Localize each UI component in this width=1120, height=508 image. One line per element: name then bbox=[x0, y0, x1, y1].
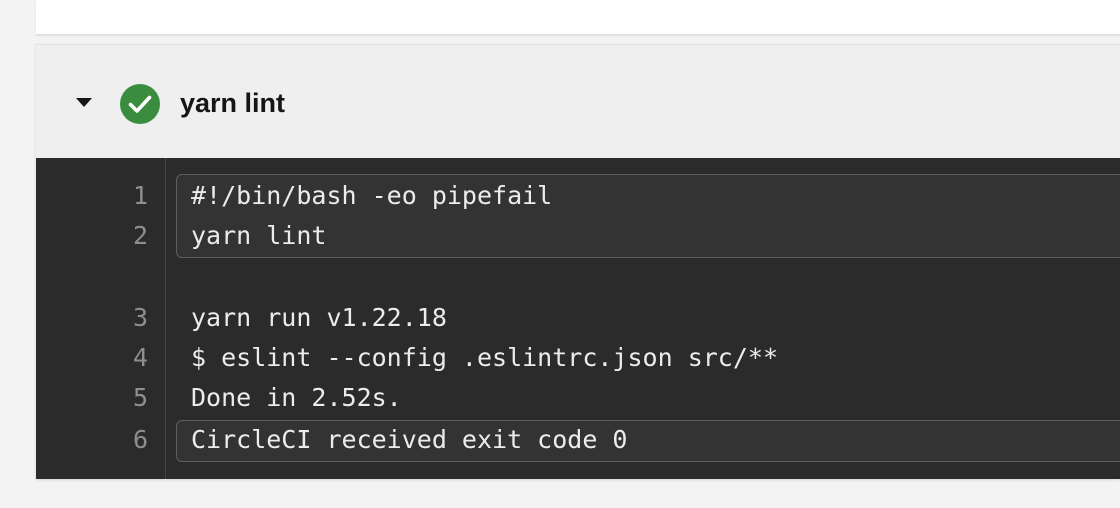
line-number: 2 bbox=[132, 221, 148, 250]
check-circle-icon bbox=[120, 84, 160, 124]
gutter-divider bbox=[165, 158, 166, 479]
caret-down-icon[interactable] bbox=[76, 98, 92, 107]
output-line: $ eslint --config .eslintrc.json src/** bbox=[191, 343, 778, 372]
line-number: 5 bbox=[132, 383, 148, 412]
step-header[interactable]: yarn lint bbox=[36, 45, 1120, 158]
previous-step-card bbox=[36, 0, 1120, 35]
step-card-yarn-lint: yarn lint 1 #!/bin/bash -eo pipefail 2 y… bbox=[36, 44, 1120, 479]
line-number: 3 bbox=[132, 303, 148, 332]
command-line: yarn lint bbox=[191, 221, 327, 250]
terminal-output: 1 #!/bin/bash -eo pipefail 2 yarn lint 3… bbox=[36, 158, 1120, 479]
output-line: yarn run v1.22.18 bbox=[191, 303, 447, 332]
line-number: 6 bbox=[132, 425, 148, 454]
line-number: 4 bbox=[132, 343, 148, 372]
command-line: #!/bin/bash -eo pipefail bbox=[191, 181, 553, 210]
output-line: Done in 2.52s. bbox=[191, 383, 402, 412]
line-number: 1 bbox=[132, 181, 148, 210]
step-title: yarn lint bbox=[180, 88, 286, 118]
exit-code-line: CircleCI received exit code 0 bbox=[191, 425, 628, 454]
